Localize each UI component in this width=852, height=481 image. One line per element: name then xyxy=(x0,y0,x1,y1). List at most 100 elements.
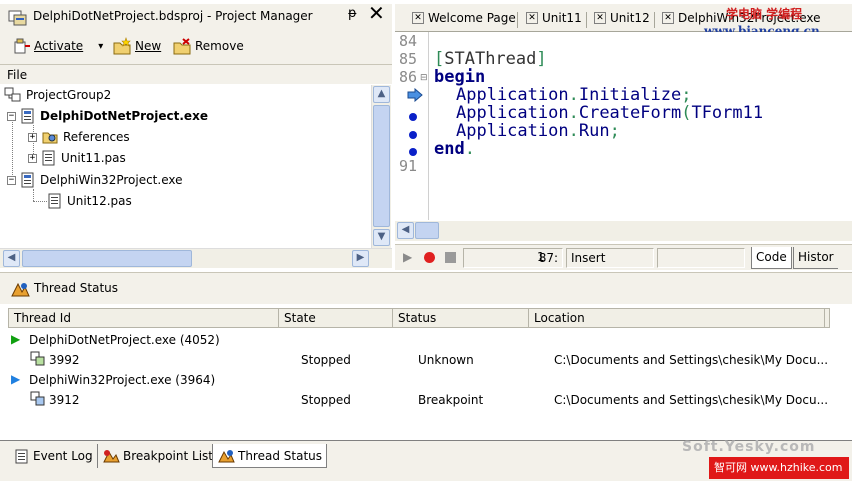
record-icon[interactable] xyxy=(424,252,435,263)
column-header-thread-id[interactable]: Thread Id xyxy=(9,309,279,327)
tab-label: Thread Status xyxy=(238,448,323,463)
breakpoint-list-icon xyxy=(103,450,120,463)
tab-history[interactable]: Histor xyxy=(793,247,838,269)
references-icon xyxy=(42,132,58,144)
expand-icon[interactable]: + xyxy=(28,132,37,142)
scroll-right-icon[interactable]: ▶ xyxy=(352,250,369,267)
line-number: 91 xyxy=(399,157,418,175)
close-tab-icon[interactable]: ✕ xyxy=(594,12,606,24)
project-icon xyxy=(21,108,34,124)
line-number: 85 xyxy=(399,50,418,68)
project-manager-titlebar: DelphiDotNetProject.bdsproj - Project Ma… xyxy=(0,4,392,30)
tab-event-log[interactable]: Event Log xyxy=(10,444,98,468)
close-tab-icon[interactable]: ✕ xyxy=(662,12,674,24)
column-header-location[interactable]: Location xyxy=(529,309,825,327)
breakpoint-icon[interactable] xyxy=(409,131,417,139)
breakpoint-icon[interactable] xyxy=(409,113,417,121)
thread-state: Stopped xyxy=(301,353,351,367)
scroll-thumb[interactable] xyxy=(415,222,439,239)
thread-status-header: Thread Status xyxy=(0,272,852,304)
scroll-down-icon[interactable]: ▼ xyxy=(373,229,390,246)
tab-welcome-page[interactable]: ✕ Welcome Page xyxy=(412,11,516,25)
scroll-left-icon[interactable]: ◀ xyxy=(3,250,20,267)
editor-horizontal-scrollbar[interactable]: ◀ xyxy=(395,221,852,241)
project-icon xyxy=(21,172,34,188)
close-tab-icon[interactable]: ✕ xyxy=(412,12,424,24)
project-tree[interactable]: ProjectGroup2 − DelphiDotNetProject.exe … xyxy=(0,85,370,248)
tree-item-unit11[interactable]: + Unit11.pas xyxy=(28,148,126,168)
code-editor[interactable]: [STAThread] begin Application.Initialize… xyxy=(430,32,852,220)
tree-vertical-scrollbar[interactable]: ▲ ▼ xyxy=(371,85,391,248)
scroll-left-icon[interactable]: ◀ xyxy=(397,222,414,239)
tab-breakpoint-list[interactable]: Breakpoint List xyxy=(98,444,218,468)
tab-unit11[interactable]: ✕ Unit11 xyxy=(526,11,582,25)
thread-location: C:\Documents and Settings\chesik\My Docu… xyxy=(554,353,829,367)
stop-icon[interactable] xyxy=(445,252,456,263)
collapse-icon[interactable]: − xyxy=(7,175,16,185)
tab-label: Event Log xyxy=(33,449,93,463)
remove-button[interactable]: Remove xyxy=(172,37,244,55)
close-icon[interactable]: ✕ xyxy=(368,3,385,23)
thread-icon xyxy=(30,391,46,410)
expand-icon[interactable]: + xyxy=(28,153,37,163)
tree-item-unit12[interactable]: Unit12.pas xyxy=(47,191,132,211)
line-number: 86 xyxy=(399,68,418,86)
thread-status-column-headers: Thread Id State Status Location xyxy=(8,308,830,328)
code-line-85: [STAThread] xyxy=(434,49,547,69)
tree-horizontal-scrollbar[interactable]: ◀ ▶ xyxy=(0,248,392,268)
insert-mode: Insert xyxy=(566,248,654,268)
table-row[interactable]: 3992 Stopped Unknown C:\Documents and Se… xyxy=(8,350,830,370)
close-tab-icon[interactable]: ✕ xyxy=(526,12,538,24)
tab-label: Unit11 xyxy=(542,11,582,25)
column-header-state[interactable]: State xyxy=(279,309,393,327)
tab-separator xyxy=(586,12,587,28)
pin-icon[interactable]: ᵽ xyxy=(348,6,357,21)
column-header-status[interactable]: Status xyxy=(393,309,529,327)
table-row[interactable]: ▶ DelphiDotNetProject.exe (4052) xyxy=(8,330,830,350)
scroll-thumb[interactable] xyxy=(22,250,192,267)
tree-item-delphidotnetproject[interactable]: − DelphiDotNetProject.exe xyxy=(7,106,208,126)
thread-status-title: Thread Status xyxy=(34,281,119,295)
scroll-up-icon[interactable]: ▲ xyxy=(373,86,390,103)
activate-dropdown-icon[interactable]: ▾ xyxy=(98,41,103,52)
bottom-tab-bar: Event Log Breakpoint List Thread Status … xyxy=(0,439,852,481)
code-line-90: end. xyxy=(434,139,475,159)
thread-state: Stopped xyxy=(301,393,351,407)
tab-separator xyxy=(654,12,655,28)
project-manager-toolbar: Activate ▾ New Remove xyxy=(0,30,392,64)
tree-label: References xyxy=(63,130,130,144)
tab-thread-status[interactable]: Thread Status xyxy=(212,444,328,468)
thread-status: Unknown xyxy=(418,353,474,367)
project-group-icon xyxy=(4,87,21,102)
tab-code[interactable]: Code xyxy=(751,247,792,269)
tree-item-references[interactable]: + References xyxy=(28,127,130,147)
activate-button[interactable]: Activate ▾ xyxy=(13,37,103,55)
tree-label: Unit11.pas xyxy=(61,151,126,165)
tree-item-delphiwin32project[interactable]: − DelphiWin32Project.exe xyxy=(7,170,182,190)
breakpoint-icon[interactable] xyxy=(409,148,417,156)
thread-id: 3992 xyxy=(49,353,80,367)
tab-unit12[interactable]: ✕ Unit12 xyxy=(594,11,650,25)
run-icon[interactable]: ▶ xyxy=(403,250,412,264)
thread-id: DelphiWin32Project.exe (3964) xyxy=(29,373,216,387)
fold-icon[interactable]: ⊟ xyxy=(420,73,428,83)
collapse-icon[interactable]: − xyxy=(7,111,16,121)
table-row[interactable]: ▶ DelphiWin32Project.exe (3964) xyxy=(8,370,830,390)
tab-separator xyxy=(517,12,518,28)
tree-label: Unit12.pas xyxy=(67,194,132,208)
tree-item-projectgroup[interactable]: ProjectGroup2 xyxy=(4,85,111,105)
editor-gutter[interactable]: 84 85 86 ⊟ 91 xyxy=(395,32,429,220)
scroll-thumb[interactable] xyxy=(373,105,390,227)
table-row[interactable]: 3912 Stopped Breakpoint C:\Documents and… xyxy=(8,390,830,410)
cursor-column: 1 xyxy=(537,250,545,264)
code-line-86: begin xyxy=(434,67,486,87)
thread-icon xyxy=(30,351,46,370)
tree-label: DelphiWin32Project.exe xyxy=(40,173,183,187)
execution-point-icon xyxy=(407,87,423,105)
tree-line xyxy=(33,189,34,201)
thread-status-table: ▶ DelphiDotNetProject.exe (4052) 3992 St… xyxy=(8,328,830,438)
code-line-87: Application.Initialize; xyxy=(456,85,692,105)
tree-label: ProjectGroup2 xyxy=(26,88,112,102)
new-button[interactable]: New xyxy=(112,37,161,55)
file-label: File xyxy=(7,68,28,82)
